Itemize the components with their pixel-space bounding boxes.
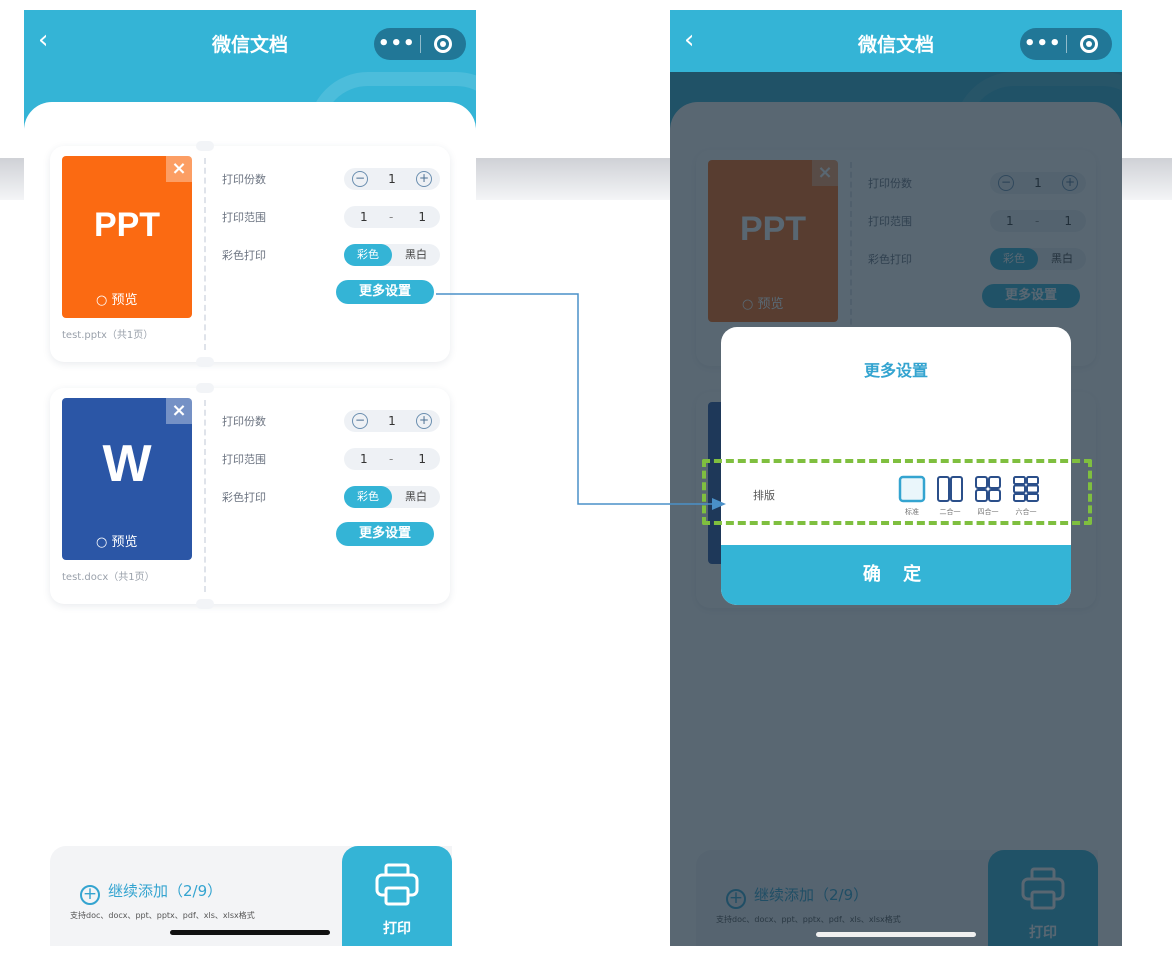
add-label: 继续添加	[108, 882, 169, 900]
file-card: W × ○ 预览 test.docx（共1页） 打印份数 − 1 + 打印范围 …	[50, 383, 450, 609]
home-indicator	[816, 932, 976, 937]
more-settings-button[interactable]: 更多设置	[336, 522, 434, 546]
close-icon[interactable]: ×	[166, 156, 192, 182]
mini-program-capsule: •••	[374, 28, 466, 60]
file-type-label: PPT	[93, 206, 161, 244]
add-more-button[interactable]: + 继续添加（2/9）	[80, 880, 222, 905]
file-name: test.pptx（共1页）	[62, 330, 154, 341]
card-divider	[204, 158, 206, 350]
copies-stepper: − 1 +	[344, 168, 440, 190]
screenshot-stage: ‹ 微信文档 ••• PPT × ○ 预览 test.pptx（共1页） 打印份…	[0, 0, 1172, 966]
color-row: 彩色打印 彩色 黑白	[222, 486, 440, 508]
range-to[interactable]: 1	[418, 210, 426, 224]
printer-icon	[375, 863, 419, 906]
highlight-box	[702, 459, 1092, 525]
preview-label: 预览	[111, 535, 138, 550]
range-dash: -	[389, 452, 394, 466]
modal-title: 更多设置	[863, 361, 928, 380]
range-to[interactable]: 1	[418, 452, 426, 466]
card-divider	[204, 400, 206, 592]
more-dots-icon[interactable]: •••	[1020, 29, 1066, 59]
home-indicator	[170, 930, 330, 935]
file-name: test.docx（共1页）	[62, 572, 155, 583]
more-dots-icon[interactable]: •••	[374, 29, 420, 59]
copies-label: 打印份数	[222, 173, 266, 186]
plus-circle-icon[interactable]: +	[416, 171, 432, 187]
range-row: 打印范围 1 - 1	[222, 448, 440, 470]
preview-link[interactable]: ○ 预览	[96, 531, 138, 550]
color-label: 彩色打印	[222, 249, 266, 262]
search-icon: ○	[96, 293, 108, 308]
bw-option[interactable]: 黑白	[392, 486, 440, 508]
card-notch	[196, 599, 214, 609]
file-card: PPT × ○ 预览 test.pptx（共1页） 打印份数 − 1 + 打印范…	[50, 141, 450, 367]
preview-link[interactable]: ○ 预览	[96, 289, 138, 308]
copies-stepper: − 1 +	[344, 410, 440, 432]
navbar: ‹ 微信文档 •••	[670, 10, 1122, 72]
color-label: 彩色打印	[222, 491, 266, 504]
card-notch	[196, 357, 214, 367]
color-option[interactable]: 彩色	[344, 486, 392, 508]
card-notch	[196, 141, 214, 151]
search-icon: ○	[96, 535, 108, 550]
range-label: 打印范围	[222, 453, 266, 466]
color-row: 彩色打印 彩色 黑白	[222, 244, 440, 266]
confirm-button[interactable]: 确 定	[721, 545, 1071, 605]
add-circle-icon: +	[80, 885, 100, 905]
range-from[interactable]: 1	[360, 452, 368, 466]
range-label: 打印范围	[222, 211, 266, 224]
range-dash: -	[389, 210, 394, 224]
range-input[interactable]: 1 - 1	[344, 448, 440, 470]
supported-formats: 支持doc、docx、ppt、pptx、pdf、xls、xlsx格式	[70, 911, 255, 920]
bw-option[interactable]: 黑白	[392, 244, 440, 266]
card-notch	[196, 383, 214, 393]
print-button[interactable]: 打印	[342, 846, 452, 946]
target-icon[interactable]	[421, 35, 467, 53]
close-icon[interactable]: ×	[166, 398, 192, 424]
file-thumbnail[interactable]: W × ○ 预览	[62, 398, 192, 560]
range-row: 打印范围 1 - 1	[222, 206, 440, 228]
file-type-label: W	[102, 435, 152, 493]
print-label: 打印	[383, 921, 411, 937]
copies-row: 打印份数 − 1 +	[222, 410, 440, 432]
plus-circle-icon[interactable]: +	[416, 413, 432, 429]
more-settings-button[interactable]: 更多设置	[336, 280, 434, 304]
preview-label: 预览	[111, 293, 138, 308]
mini-program-capsule: •••	[1020, 28, 1112, 60]
range-input[interactable]: 1 - 1	[344, 206, 440, 228]
file-thumbnail[interactable]: PPT × ○ 预览	[62, 156, 192, 318]
target-icon[interactable]	[1067, 35, 1113, 53]
copies-row: 打印份数 − 1 +	[222, 168, 440, 190]
add-count: （2/9）	[168, 882, 223, 900]
color-toggle: 彩色 黑白	[344, 244, 440, 266]
range-from[interactable]: 1	[360, 210, 368, 224]
navbar: ‹ 微信文档 •••	[24, 10, 476, 72]
copies-label: 打印份数	[222, 415, 266, 428]
phone-file-list: ‹ 微信文档 ••• PPT × ○ 预览 test.pptx（共1页） 打印份…	[24, 10, 476, 946]
color-option[interactable]: 彩色	[344, 244, 392, 266]
color-toggle: 彩色 黑白	[344, 486, 440, 508]
